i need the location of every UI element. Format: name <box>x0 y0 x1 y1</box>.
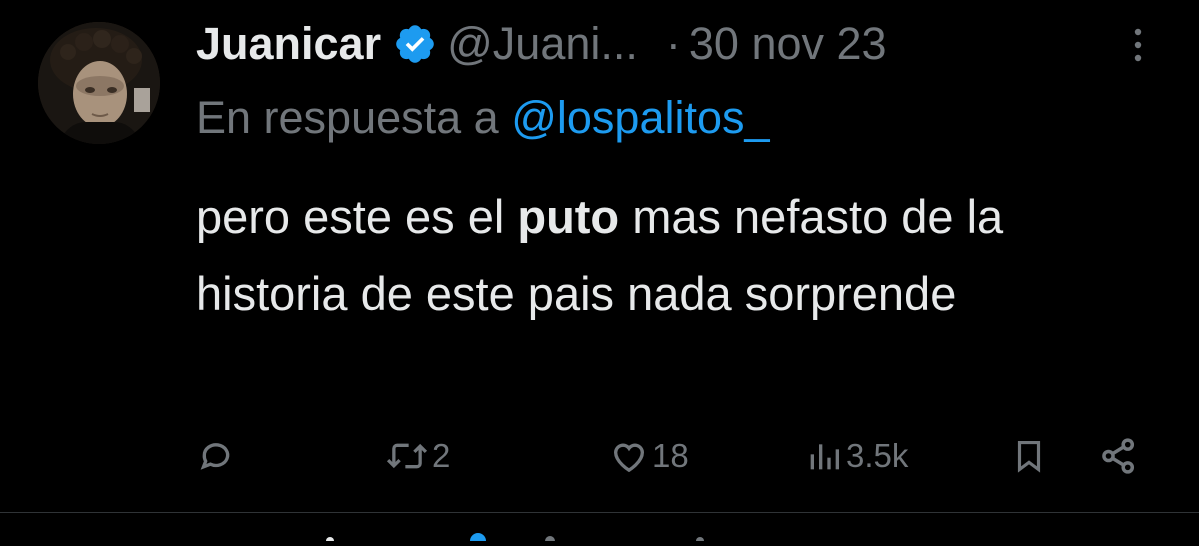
like-count: 18 <box>652 437 689 474</box>
views-icon <box>804 436 844 476</box>
reply-button[interactable] <box>196 428 238 484</box>
reply-prefix: En respuesta a <box>196 92 499 143</box>
bookmark-button[interactable] <box>1010 428 1048 484</box>
heart-icon <box>608 436 650 476</box>
tweet-date[interactable]: 30 nov 23 <box>689 18 887 70</box>
tweet-divider <box>0 512 1199 513</box>
tweet[interactable]: Juanicar @Juani... · 30 nov 23 En respue… <box>0 0 1199 510</box>
reply-icon <box>196 436 236 476</box>
author-name[interactable]: Juanicar <box>196 18 381 70</box>
views-count: 3.5k <box>846 437 909 474</box>
views-button[interactable]: 3.5k <box>804 428 908 484</box>
reply-mention-link[interactable]: @lospalitos_ <box>511 92 769 143</box>
avatar-photo <box>38 22 160 144</box>
share-button[interactable] <box>1098 428 1140 484</box>
separator-dot: · <box>665 18 681 69</box>
verified-badge-icon <box>393 22 437 66</box>
author-handle[interactable]: @Juani... <box>447 18 638 70</box>
bookmark-icon <box>1010 435 1048 477</box>
share-icon <box>1098 435 1140 477</box>
tweet-text-bold: puto <box>517 190 620 243</box>
action-bar: 2 18 3.5k <box>0 428 1199 484</box>
tweet-text: pero este es el puto mas nefasto de la h… <box>196 178 1156 332</box>
retweet-button[interactable]: 2 <box>384 428 450 484</box>
avatar[interactable] <box>38 22 160 144</box>
more-options-icon[interactable] <box>1126 20 1150 70</box>
retweet-icon <box>384 436 430 476</box>
next-tweet-peek <box>300 528 800 546</box>
reply-context: En respuesta a @lospalitos_ <box>196 92 770 144</box>
retweet-count: 2 <box>432 437 451 474</box>
like-button[interactable]: 18 <box>608 428 689 484</box>
tweet-text-part: pero este es el <box>196 190 518 243</box>
tweet-header: Juanicar @Juani... · 30 nov 23 <box>196 14 887 74</box>
